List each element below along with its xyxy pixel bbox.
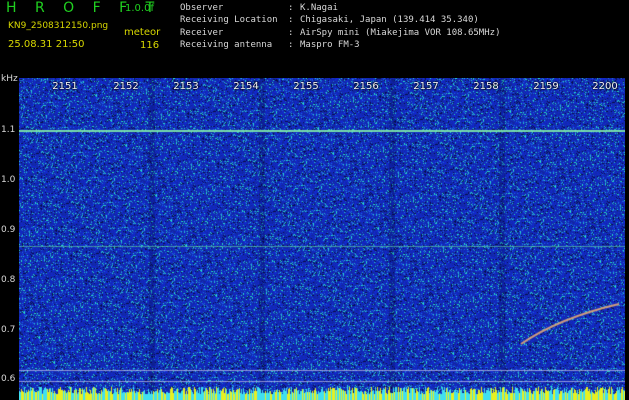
x-tick-label: 2155 [293,81,319,92]
y-tick-label: 0.8 [1,275,16,285]
capture-datetime: 25.08.31 21:50 [8,39,85,50]
info-colon: : [288,27,294,38]
y-tick-label: 0.7 [1,325,16,335]
x-tick-label: 2154 [233,81,259,92]
x-tick-label: 2156 [353,81,379,92]
info-receiver: Receiver: AirSpy mini (Miakejima VOR 108.… [180,27,500,39]
file-name: KN9_2508312150.png [8,21,109,31]
y-tick-label: 1.0 [1,175,16,185]
info-value: Chigasaki, Japan (139.414 35.340) [300,15,479,26]
spectrogram-canvas [19,78,625,400]
meteor-count: 116 [140,40,160,51]
info-observer: Observer: K.Nagai [180,2,500,14]
info-key: Receiver [180,27,224,38]
y-axis-unit: kHz [1,74,18,84]
spectrogram-screen: H R O F F T 1.0.0f KN9_2508312150.png 25… [0,0,629,400]
info-colon: : [288,15,294,26]
x-tick-label: 2157 [413,81,439,92]
info-key: Receiving antenna [180,39,273,50]
info-colon: : [288,3,294,13]
app-version: 1.0.0f [125,3,154,14]
info-key: Observer [180,3,224,13]
x-tick-label: 2153 [173,81,199,92]
y-tick-label: 0.6 [1,374,16,384]
info-colon: : [288,39,294,50]
x-tick-label: 2158 [473,81,499,92]
x-tick-label: 2159 [533,81,559,92]
y-tick-label: 1.1 [1,125,16,135]
x-tick-label: 2200 [592,81,618,92]
info-value: K.Nagai [300,3,338,13]
x-tick-label: 2151 [52,81,78,92]
station-info: Observer: K.Nagai Receiving Location: Chig… [180,2,500,51]
info-value: AirSpy mini (Miakejima VOR 108.65MHz) [300,27,501,38]
info-location: Receiving Location: Chigasaki, Japan (139… [180,14,500,26]
y-tick-label: 0.9 [1,225,16,235]
info-value: Maspro FM-3 [300,39,360,50]
info-antenna: Receiving antenna: Maspro FM-3 [180,39,500,51]
meteor-label: meteor [124,27,161,38]
x-tick-label: 2152 [113,81,139,92]
info-key: Receiving Location [180,15,278,26]
